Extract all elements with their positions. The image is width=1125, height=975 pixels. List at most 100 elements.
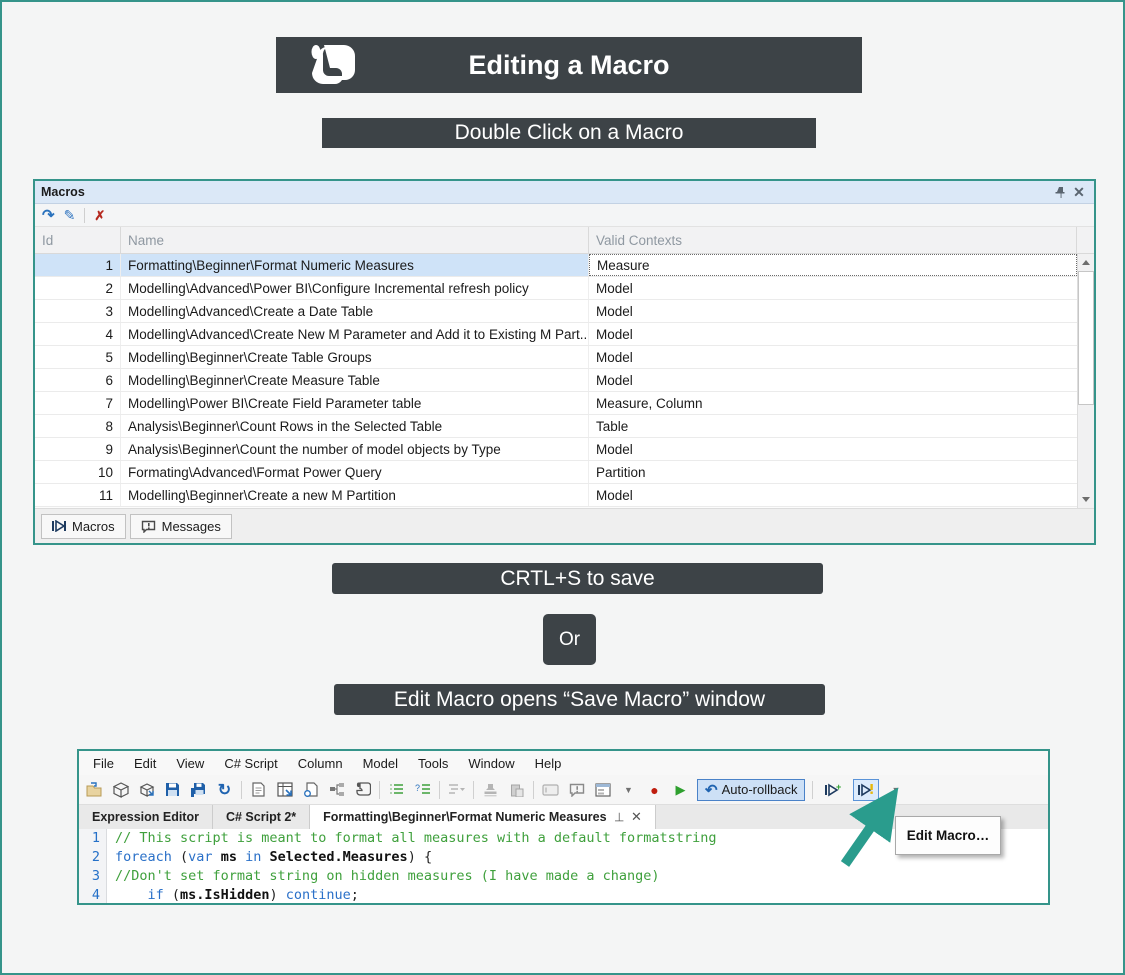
layout-dropdown-caret[interactable]: ▼ (619, 780, 638, 799)
tab-messages[interactable]: Messages (130, 514, 232, 539)
column-header-id[interactable]: Id (35, 227, 121, 253)
close-icon[interactable]: ✕ (1070, 183, 1088, 201)
macros-table-body: 1Formatting\Beginner\Format Numeric Meas… (35, 254, 1094, 508)
editor-tab-label: Formatting\Beginner\Format Numeric Measu… (323, 810, 606, 824)
menu-view[interactable]: View (166, 756, 214, 771)
page-title: Editing a Macro (468, 50, 669, 81)
panel-bottom-tabs: Macros Messages (35, 508, 1094, 543)
edit-pencil-icon[interactable]: ✎ (64, 208, 76, 222)
macro-table-row[interactable]: 8Analysis\Beginner\Count Rows in the Sel… (35, 415, 1077, 438)
data-preview-icon[interactable] (275, 780, 294, 799)
new-script-icon[interactable] (301, 780, 320, 799)
cell-name: Modelling\Power BI\Create Field Paramete… (121, 392, 589, 414)
format-query-icon[interactable]: ? (413, 780, 432, 799)
menu-c-script[interactable]: C# Script (214, 756, 287, 771)
window-layout-icon[interactable] (593, 780, 612, 799)
save-all-icon[interactable] (189, 780, 208, 799)
dependency-tree-icon[interactable] (327, 780, 346, 799)
macro-table-row[interactable]: 10Formating\Advanced\Format Power QueryP… (35, 461, 1077, 484)
messages-toolbar-icon[interactable] (567, 780, 586, 799)
paste-icon[interactable] (507, 780, 526, 799)
open-model-icon[interactable] (137, 780, 156, 799)
auto-rollback-button[interactable]: ↶ Auto-rollback (697, 779, 805, 801)
macro-play-icon (52, 520, 66, 532)
editor-tab-label: C# Script 2* (226, 810, 296, 824)
refresh-icon[interactable]: ↻ (215, 780, 234, 799)
open-file-icon[interactable] (85, 780, 104, 799)
editor-tab-2[interactable]: Formatting\Beginner\Format Numeric Measu… (310, 805, 656, 829)
code-line: 4 if (ms.IsHidden) continue; (79, 886, 1048, 903)
menu-file[interactable]: File (83, 756, 124, 771)
cell-ctx: Model (589, 277, 1077, 299)
textbox-icon[interactable] (541, 780, 560, 799)
macro-dropdown-caret[interactable]: ▼ (886, 780, 905, 799)
macros-panel-title: Macros (41, 185, 85, 199)
cell-ctx: Model (589, 484, 1077, 506)
cell-ctx: Model (589, 323, 1077, 345)
cell-name: Analysis\Beginner\Count the number of mo… (121, 438, 589, 460)
cell-id: 10 (35, 461, 121, 483)
menu-model[interactable]: Model (353, 756, 408, 771)
macro-table-row[interactable]: 11Modelling\Beginner\Create a new M Part… (35, 484, 1077, 507)
vertical-scrollbar[interactable] (1077, 254, 1094, 508)
svg-text:+: + (836, 783, 841, 792)
editor-toolbar: ↻ ? (79, 775, 1048, 804)
new-document-icon[interactable] (249, 780, 268, 799)
macro-table-row[interactable]: 4Modelling\Advanced\Create New M Paramet… (35, 323, 1077, 346)
column-header-name[interactable]: Name (121, 227, 589, 253)
editor-tab-0[interactable]: Expression Editor (79, 805, 213, 829)
macros-panel: Macros ✕ ↷ ✎ ✗ Id Name Valid Contexts 1F… (33, 179, 1096, 545)
macro-table-row[interactable]: 6Modelling\Beginner\Create Measure Table… (35, 369, 1077, 392)
edit-macro-tooltip: Edit Macro… (895, 816, 1001, 855)
editor-menubar: FileEditViewC# ScriptColumnModelToolsWin… (79, 751, 1048, 775)
menu-window[interactable]: Window (458, 756, 524, 771)
macro-table-row[interactable]: 7Modelling\Power BI\Create Field Paramet… (35, 392, 1077, 415)
cell-ctx: Model (589, 369, 1077, 391)
macro-table-row[interactable]: 3Modelling\Advanced\Create a Date TableM… (35, 300, 1077, 323)
line-number: 1 (79, 829, 107, 848)
tab-close-icon[interactable]: ✕ (631, 809, 642, 825)
redo-arrow-icon[interactable]: ↷ (42, 208, 55, 223)
line-number: 4 (79, 886, 107, 903)
macro-table-row[interactable]: 9Analysis\Beginner\Count the number of m… (35, 438, 1077, 461)
format-dax-icon[interactable] (387, 780, 406, 799)
cell-ctx: Model (589, 300, 1077, 322)
stamp-icon[interactable] (481, 780, 500, 799)
editor-tab-label: Expression Editor (92, 810, 199, 824)
perspective-dropdown-icon[interactable] (447, 780, 466, 799)
menu-help[interactable]: Help (525, 756, 572, 771)
subtitle-banner: Double Click on a Macro (322, 118, 816, 148)
menu-edit[interactable]: Edit (124, 756, 166, 771)
macro-table-row[interactable]: 5Modelling\Beginner\Create Table GroupsM… (35, 346, 1077, 369)
header-corner (1077, 227, 1094, 253)
column-header-valid-contexts[interactable]: Valid Contexts (589, 227, 1077, 253)
page: Editing a Macro Double Click on a Macro … (0, 0, 1125, 975)
editor-tab-1[interactable]: C# Script 2* (213, 805, 310, 829)
save-icon[interactable] (163, 780, 182, 799)
tab-macros[interactable]: Macros (41, 514, 126, 539)
macros-table-header: Id Name Valid Contexts (35, 227, 1094, 254)
macro-scroll-toolbar-icon[interactable] (353, 780, 372, 799)
cell-id: 6 (35, 369, 121, 391)
play-icon[interactable]: ▶ (671, 780, 690, 799)
macro-table-row[interactable]: 2Modelling\Advanced\Power BI\Configure I… (35, 277, 1077, 300)
scroll-up-button[interactable] (1078, 254, 1094, 271)
macro-table-row[interactable]: 1Formatting\Beginner\Format Numeric Meas… (35, 254, 1077, 277)
cell-ctx: Measure, Column (589, 392, 1077, 414)
line-number: 2 (79, 848, 107, 867)
scrollbar-thumb[interactable] (1078, 271, 1094, 405)
menu-column[interactable]: Column (288, 756, 353, 771)
cell-name: Modelling\Advanced\Create New M Paramete… (121, 323, 589, 345)
delete-x-icon[interactable]: ✗ (94, 209, 105, 222)
save-macro-button[interactable]: + (820, 779, 846, 801)
model-cube-icon[interactable] (111, 780, 130, 799)
tab-pin-icon[interactable]: ⊣ (612, 812, 626, 822)
cell-name: Analysis\Beginner\Count Rows in the Sele… (121, 415, 589, 437)
scrollbar-track[interactable] (1078, 405, 1094, 491)
message-bubble-icon (141, 520, 156, 533)
record-icon[interactable]: ● (645, 780, 664, 799)
pin-icon[interactable] (1052, 183, 1070, 201)
scroll-down-button[interactable] (1078, 491, 1094, 508)
menu-tools[interactable]: Tools (408, 756, 458, 771)
edit-macro-button[interactable] (853, 779, 879, 801)
